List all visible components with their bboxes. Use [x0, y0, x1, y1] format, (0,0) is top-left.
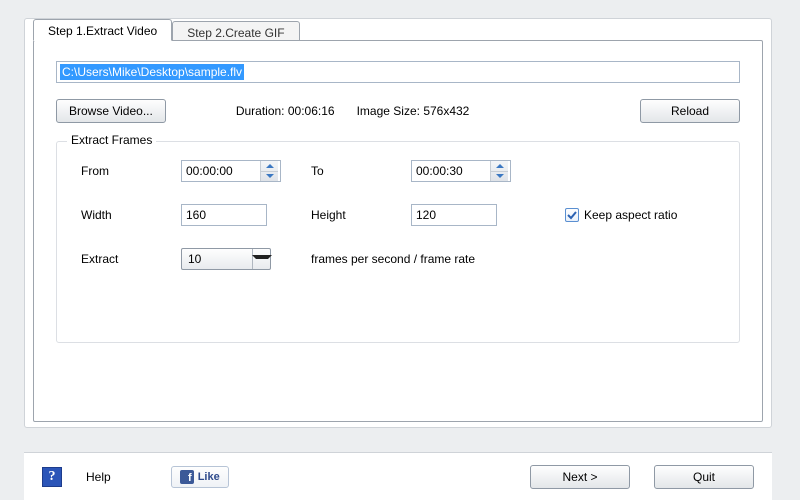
like-label: Like: [198, 471, 220, 483]
chevron-up-icon: [266, 164, 274, 168]
quit-button[interactable]: Quit: [654, 465, 754, 489]
from-time-input[interactable]: [182, 161, 260, 181]
video-path-input[interactable]: C:\Users\Mike\Desktop\sample.flv: [56, 61, 740, 83]
keep-aspect-label: Keep aspect ratio: [584, 208, 677, 222]
from-time-spinner[interactable]: [181, 160, 281, 182]
to-label: To: [311, 164, 391, 178]
help-label[interactable]: Help: [86, 470, 111, 484]
from-label: From: [81, 164, 161, 178]
next-button[interactable]: Next >: [530, 465, 630, 489]
chevron-down-icon: [252, 255, 272, 263]
width-label: Width: [81, 208, 161, 222]
to-time-input[interactable]: [412, 161, 490, 181]
image-size-label: Image Size: 576x432: [357, 104, 470, 118]
duration-label: Duration: 00:06:16: [236, 104, 335, 118]
fps-combo[interactable]: 10: [181, 248, 271, 270]
group-title: Extract Frames: [67, 133, 156, 147]
extract-label: Extract: [81, 252, 161, 266]
to-time-spinner[interactable]: [411, 160, 511, 182]
facebook-like-button[interactable]: f Like: [171, 466, 229, 488]
to-spin-up[interactable]: [491, 161, 508, 172]
tab-strip: Step 1.Extract Video Step 2.Create GIF: [33, 19, 771, 41]
height-input[interactable]: [411, 204, 497, 226]
tab-panel-step1: C:\Users\Mike\Desktop\sample.flv Browse …: [33, 40, 763, 422]
video-path-selection: C:\Users\Mike\Desktop\sample.flv: [60, 64, 244, 80]
height-label: Height: [311, 208, 391, 222]
bottom-bar: ? Help f Like Next > Quit: [24, 452, 772, 500]
facebook-icon: f: [180, 470, 194, 484]
tab-step2[interactable]: Step 2.Create GIF: [172, 21, 299, 41]
keep-aspect-checkbox[interactable]: [565, 208, 579, 222]
from-spin-up[interactable]: [261, 161, 278, 172]
chevron-down-icon: [496, 174, 504, 178]
video-info: Duration: 00:06:16 Image Size: 576x432: [236, 104, 470, 118]
chevron-down-icon: [266, 174, 274, 178]
to-spin-down[interactable]: [491, 172, 508, 182]
dialog-window: Step 1.Extract Video Step 2.Create GIF C…: [0, 0, 800, 500]
help-icon[interactable]: ?: [42, 467, 62, 487]
tab-step1[interactable]: Step 1.Extract Video: [33, 19, 172, 41]
content-panel: Step 1.Extract Video Step 2.Create GIF C…: [24, 18, 772, 428]
checkmark-icon: [567, 210, 577, 220]
extract-frames-group: Extract Frames From To: [56, 141, 740, 343]
fps-caption: frames per second / frame rate: [311, 252, 723, 266]
from-spin-down[interactable]: [261, 172, 278, 182]
width-input[interactable]: [181, 204, 267, 226]
chevron-up-icon: [496, 164, 504, 168]
fps-combo-value: 10: [182, 250, 252, 268]
fps-combo-drop[interactable]: [252, 249, 270, 269]
browse-video-button[interactable]: Browse Video...: [56, 99, 166, 123]
reload-button[interactable]: Reload: [640, 99, 740, 123]
